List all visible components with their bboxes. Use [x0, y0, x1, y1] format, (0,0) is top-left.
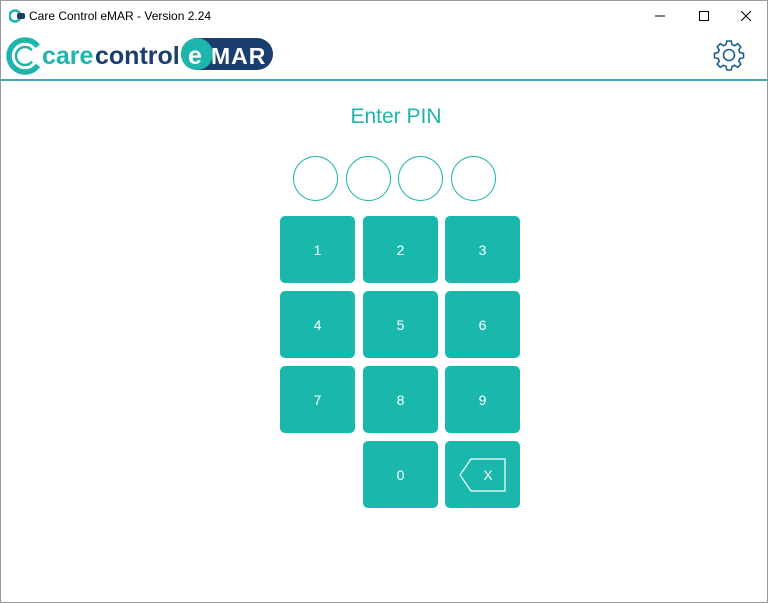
keypad-key-3[interactable]: 3	[445, 216, 520, 283]
backspace-icon: X	[458, 457, 506, 492]
pin-digit-slot	[451, 156, 496, 201]
minimize-button[interactable]	[637, 1, 683, 31]
svg-text:care: care	[42, 42, 94, 70]
svg-text:MAR: MAR	[211, 43, 266, 69]
title-bar[interactable]: Care Control eMAR - Version 2.24	[1, 1, 767, 31]
care-control-emar-logo: care control e MAR	[6, 37, 273, 75]
keypad-key-0[interactable]: 0	[363, 441, 438, 508]
page-title: Enter PIN	[350, 105, 442, 128]
keypad-key-1[interactable]: 1	[280, 216, 355, 283]
gear-icon[interactable]	[711, 37, 747, 73]
keypad-key-6[interactable]: 6	[445, 291, 520, 358]
app-window: Care Control eMAR - Version 2.24 care co…	[0, 0, 768, 603]
minimize-icon	[655, 15, 665, 17]
close-icon	[741, 11, 751, 21]
keypad-key-9[interactable]: 9	[445, 366, 520, 433]
svg-text:control: control	[95, 42, 180, 70]
pin-digit-slot	[398, 156, 443, 201]
keypad-key-7[interactable]: 7	[280, 366, 355, 433]
window-title: Care Control eMAR - Version 2.24	[29, 9, 212, 23]
keypad-key-4[interactable]: 4	[280, 291, 355, 358]
maximize-button[interactable]	[681, 1, 727, 31]
close-button[interactable]	[723, 1, 768, 31]
backspace-button[interactable]: X	[445, 441, 520, 508]
pin-digit-slot	[293, 156, 338, 201]
svg-text:e: e	[188, 42, 202, 70]
maximize-icon	[699, 11, 709, 21]
backspace-label: X	[483, 467, 493, 483]
pin-digit-slot	[346, 156, 391, 201]
app-icon	[9, 9, 25, 23]
keypad-key-2[interactable]: 2	[363, 216, 438, 283]
keypad-key-8[interactable]: 8	[363, 366, 438, 433]
app-header: care control e MAR	[1, 31, 767, 81]
keypad-key-5[interactable]: 5	[363, 291, 438, 358]
